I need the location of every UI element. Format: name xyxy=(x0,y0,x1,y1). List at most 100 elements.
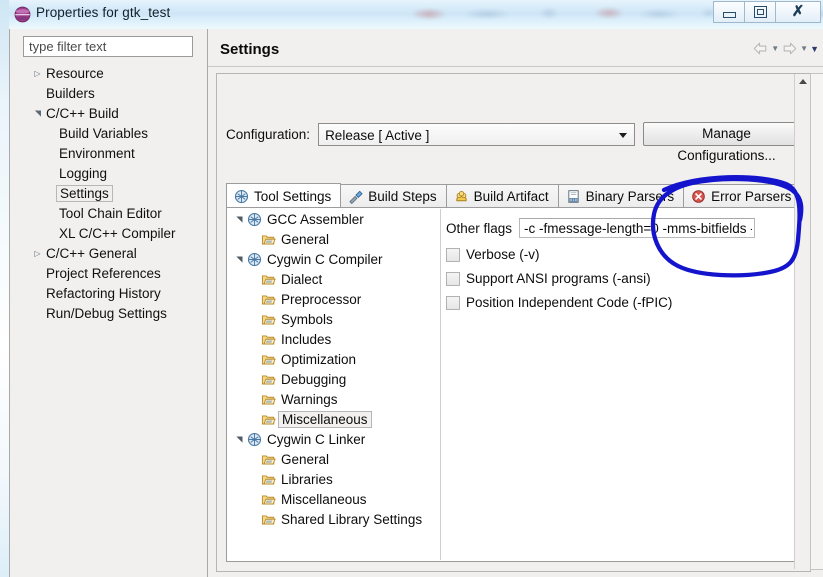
tree-item-c-c-general[interactable]: ▷ C/C++ General xyxy=(23,243,205,263)
tree-item-tool-chain-editor[interactable]: Tool Chain Editor xyxy=(23,203,205,223)
tab-build-steps[interactable]: Build Steps xyxy=(340,184,447,208)
tool-tree-item-general[interactable]: General xyxy=(228,449,440,469)
manage-configurations-button[interactable]: Manage Configurations... xyxy=(643,122,810,163)
miscellaneous-options: Other flags Verbose (-v) Support ANSI pro… xyxy=(446,218,791,310)
chevron-right-icon[interactable]: ▷ xyxy=(31,249,44,258)
tool-tree-item-general[interactable]: General xyxy=(228,229,440,249)
checkbox-row[interactable]: Position Independent Code (-fPIC) xyxy=(446,295,791,310)
checkbox-position-independent-code-fpic[interactable] xyxy=(446,295,460,310)
chevron-down-icon[interactable]: ◢ xyxy=(235,252,244,266)
tree-item-label: Environment xyxy=(59,145,135,161)
tree-item-run-debug-settings[interactable]: Run/Debug Settings xyxy=(23,303,205,323)
settings-tabs[interactable]: Tool Settings Build Steps Build Artifact 01… xyxy=(226,183,802,208)
other-flags-input[interactable] xyxy=(519,218,756,238)
chevron-down-icon xyxy=(619,132,627,138)
tree-item-xl-c-c-compiler[interactable]: XL C/C++ Compiler xyxy=(23,223,205,243)
tool-tree-item-cygwin-c-linker[interactable]: ◢ Cygwin C Linker xyxy=(228,429,440,449)
properties-tree[interactable]: ▷ Resource Builders ◢ C/C++ Build Build Vari… xyxy=(23,63,205,570)
tab-label: Build Artifact xyxy=(473,189,549,204)
folder-icon xyxy=(261,514,276,524)
tab-build-artifact[interactable]: Build Artifact xyxy=(445,184,559,208)
chevron-down-icon[interactable]: ◢ xyxy=(235,432,244,446)
view-menu-dropdown-icon[interactable]: ▼ xyxy=(810,44,819,54)
tree-item-c-c-build[interactable]: ◢ C/C++ Build xyxy=(23,103,205,123)
tool-tree-item-warnings[interactable]: Warnings xyxy=(228,389,440,409)
tool-tree-item-symbols[interactable]: Symbols xyxy=(228,309,440,329)
eclipse-sphere-icon xyxy=(14,6,31,23)
folder-icon xyxy=(261,354,276,364)
tool-tree-item-label: GCC Assembler xyxy=(267,211,364,227)
tab-tool-settings[interactable]: Tool Settings xyxy=(226,183,342,208)
navigation-pane: ▷Resource Builders◢C/C++ BuildBuild Vari… xyxy=(10,29,207,577)
folder-icon xyxy=(261,334,276,344)
tool-tree-item-optimization[interactable]: Optimization xyxy=(228,349,440,369)
tool-tree-item-miscellaneous[interactable]: Miscellaneous xyxy=(228,409,440,429)
filter-input[interactable] xyxy=(23,36,193,57)
title-separator xyxy=(208,66,823,67)
checkbox-label: Support ANSI programs (-ansi) xyxy=(466,271,651,286)
checkbox-row[interactable]: Verbose (-v) xyxy=(446,247,791,262)
dialog-scrollbar[interactable] xyxy=(810,73,823,570)
tool-tree-item-dialect[interactable]: Dialect xyxy=(228,269,440,289)
maximize-icon xyxy=(753,6,767,18)
folder-icon xyxy=(261,234,276,244)
back-arrow-icon[interactable] xyxy=(752,41,769,56)
checkbox-support-ansi-programs-ansi[interactable] xyxy=(446,271,460,286)
tree-item-project-references[interactable]: Project References xyxy=(23,263,205,283)
tool-tree-item-debugging[interactable]: Debugging xyxy=(228,369,440,389)
configuration-select[interactable]: Release [ Active ] xyxy=(318,122,635,146)
tree-item-label: XL C/C++ Compiler xyxy=(59,225,176,241)
configuration-value: Release [ Active ] xyxy=(325,127,430,143)
content-scrollbar[interactable] xyxy=(794,74,810,569)
chevron-down-icon[interactable]: ◢ xyxy=(235,212,244,226)
window-title: Properties for gtk_test xyxy=(36,5,171,20)
other-flags-label: Other flags xyxy=(446,220,513,236)
tab-binary-parsers[interactable]: 010 Binary Parsers xyxy=(557,184,685,208)
screenshot-root: Properties for gtk_test ✗ ▷Resource Buil… xyxy=(0,0,823,577)
forward-arrow-icon[interactable] xyxy=(781,41,798,56)
settings-content: Configuration: Release [ Active ] Manage… xyxy=(216,73,811,572)
tree-item-environment[interactable]: Environment xyxy=(23,143,205,163)
checkbox-verbose-v[interactable] xyxy=(446,247,460,262)
tool-tree-item-preprocessor[interactable]: Preprocessor xyxy=(228,289,440,309)
configuration-row: Configuration: Release [ Active ] Manage… xyxy=(226,122,810,163)
tool-tree-item-label: Miscellaneous xyxy=(278,410,372,428)
scroll-up-button[interactable] xyxy=(795,74,810,88)
tab-error-parsers[interactable]: Error Parsers xyxy=(683,184,802,208)
tree-item-logging[interactable]: Logging xyxy=(23,163,205,183)
tree-item-label: Tool Chain Editor xyxy=(59,205,162,221)
build-artifact-icon xyxy=(455,191,467,202)
tool-tree-item-libraries[interactable]: Libraries xyxy=(228,469,440,489)
checkbox-row[interactable]: Support ANSI programs (-ansi) xyxy=(446,271,791,286)
maximize-button[interactable] xyxy=(744,1,776,23)
tool-tree-item-shared-library-settings[interactable]: Shared Library Settings xyxy=(228,509,440,529)
tab-label: Binary Parsers xyxy=(585,189,675,204)
back-dropdown-icon[interactable]: ▼ xyxy=(771,44,779,53)
tree-item-builders[interactable]: Builders xyxy=(23,83,205,103)
tree-item-resource[interactable]: ▷ Resource xyxy=(23,63,205,83)
tree-item-build-variables[interactable]: Build Variables xyxy=(23,123,205,143)
tree-item-label: Logging xyxy=(59,165,108,181)
close-button[interactable]: ✗ xyxy=(775,1,821,23)
tool-tree-item-includes[interactable]: Includes xyxy=(228,329,440,349)
tool-tree-item-label: Cygwin C Linker xyxy=(267,431,366,447)
tool-tree-item-gcc-assembler[interactable]: ◢ GCC Assembler xyxy=(228,209,440,229)
page-title: Settings xyxy=(220,41,280,58)
chevron-down-icon[interactable]: ◢ xyxy=(33,107,42,120)
minimize-button[interactable] xyxy=(713,1,745,23)
properties-dialog: ▷Resource Builders◢C/C++ BuildBuild Vari… xyxy=(9,29,823,577)
tool-tree-item-label: General xyxy=(281,451,330,467)
tab-label: Build Steps xyxy=(368,189,437,204)
tool-icon xyxy=(247,432,262,446)
tool-tree-item-cygwin-c-compiler[interactable]: ◢ Cygwin C Compiler xyxy=(228,249,440,269)
chevron-right-icon[interactable]: ▷ xyxy=(31,69,44,78)
tool-tree-item-miscellaneous[interactable]: Miscellaneous xyxy=(228,489,440,509)
forward-dropdown-icon[interactable]: ▼ xyxy=(800,44,808,53)
tree-item-settings[interactable]: Settings xyxy=(23,183,205,203)
tool-tree-item-label: General xyxy=(281,231,330,247)
tree-item-refactoring-history[interactable]: Refactoring History xyxy=(23,283,205,303)
tool-tree[interactable]: ◢ GCC Assembler General ◢ Cygwin C Compiler D… xyxy=(228,209,441,560)
tree-item-label: C/C++ General xyxy=(46,245,137,261)
